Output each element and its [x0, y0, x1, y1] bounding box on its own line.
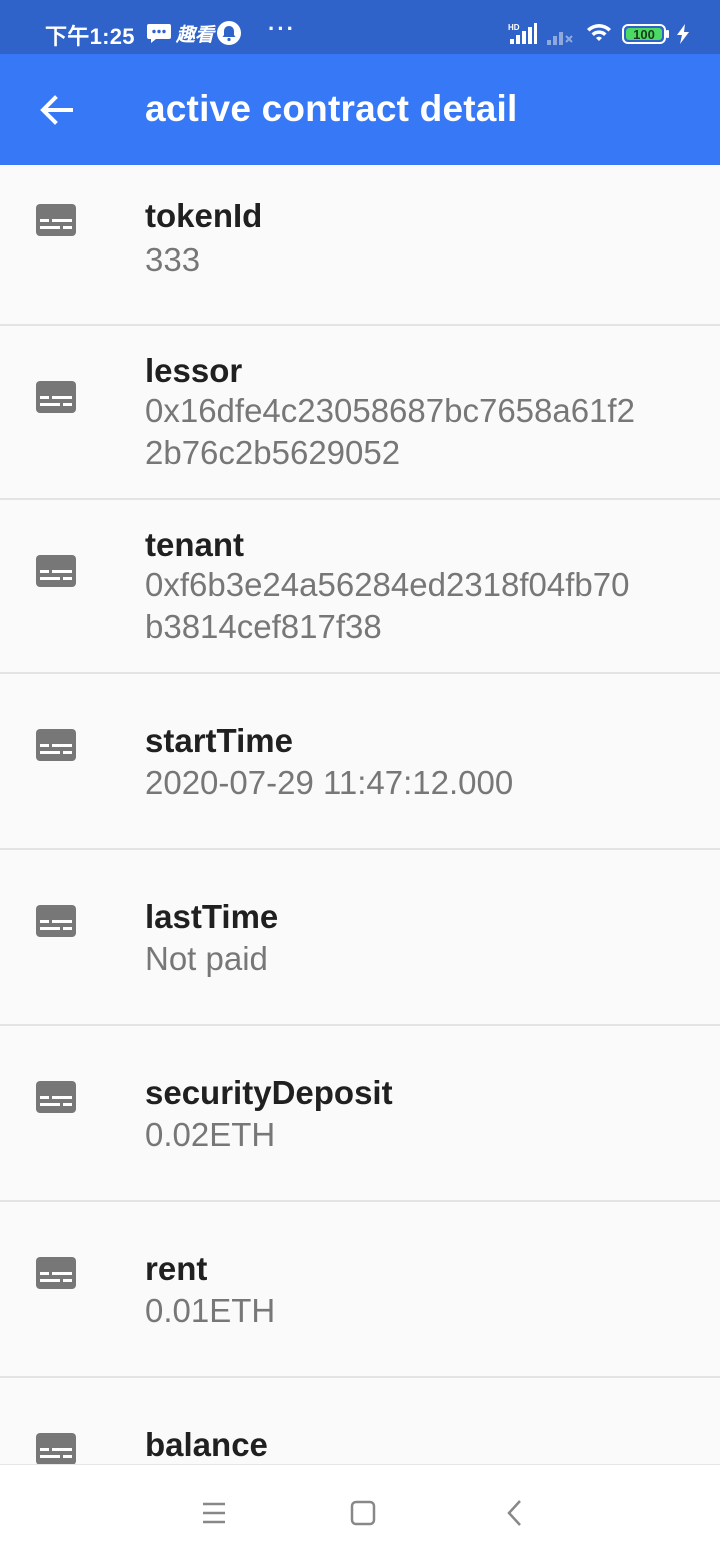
- home-square-icon: [350, 1500, 376, 1526]
- list-item-lessor: lessor 0x16dfe4c23058687bc7658a61f2 2b76…: [0, 326, 720, 500]
- subtitles-icon: [36, 905, 76, 937]
- item-label: startTime: [145, 722, 293, 759]
- subtitles-icon: [36, 204, 76, 236]
- item-label: securityDeposit: [145, 1074, 393, 1111]
- status-time: 下午1:25: [45, 24, 135, 49]
- item-label: balance: [145, 1426, 268, 1463]
- status-bar: 下午1:25 趣看 ··· HD 100: [0, 0, 720, 54]
- message-icon: [146, 22, 172, 44]
- item-label: rent: [145, 1250, 208, 1287]
- system-back-button[interactable]: [490, 1489, 538, 1537]
- item-value: 0.02ETH: [145, 1116, 276, 1153]
- item-value-line: 2b76c2b5629052: [145, 434, 401, 471]
- charging-icon: [676, 24, 690, 44]
- list-item-securitydeposit: securityDeposit 0.02ETH: [0, 1026, 720, 1202]
- item-label: tokenId: [145, 197, 263, 234]
- item-value: 2020-07-29 11:47:12.000: [145, 764, 514, 801]
- svg-text:HD: HD: [508, 23, 520, 32]
- list-item-tenant: tenant 0xf6b3e24a56284ed2318f04fb70 b381…: [0, 500, 720, 674]
- item-value: 333: [145, 241, 201, 278]
- item-label: lessor: [145, 352, 243, 389]
- item-value: Not paid: [145, 940, 268, 977]
- contract-detail-list: tokenId 333 lessor 0x16dfe4c23058687bc76…: [0, 165, 720, 1464]
- item-value: 0.01ETH: [145, 1292, 276, 1329]
- menu-icon: [203, 1502, 225, 1524]
- status-more: ···: [268, 16, 296, 41]
- back-button[interactable]: [26, 84, 86, 136]
- subtitles-icon: [36, 1081, 76, 1113]
- list-item-starttime: startTime 2020-07-29 11:47:12.000: [0, 674, 720, 850]
- list-item-tokenid: tokenId 333: [0, 165, 720, 326]
- item-label: tenant: [145, 526, 244, 563]
- list-item-balance: balance: [0, 1378, 720, 1464]
- app-bar: active contract detail: [0, 54, 720, 165]
- subtitles-icon: [36, 555, 76, 587]
- back-chevron-icon: [507, 1500, 521, 1526]
- subtitles-icon: [36, 729, 76, 761]
- status-app-label: 趣看: [176, 25, 215, 46]
- subtitles-icon: [36, 381, 76, 413]
- page-title: active contract detail: [145, 88, 518, 129]
- item-label: lastTime: [145, 898, 279, 935]
- signal-icon: [546, 24, 574, 46]
- subtitles-icon: [36, 1433, 76, 1464]
- list-item-lasttime: lastTime Not paid: [0, 850, 720, 1026]
- item-value-line: 0x16dfe4c23058687bc7658a61f2: [145, 392, 635, 429]
- home-button[interactable]: [339, 1489, 387, 1537]
- subtitles-icon: [36, 1257, 76, 1289]
- hd-signal-icon: HD: [508, 22, 538, 46]
- arrow-left-icon: [40, 95, 73, 125]
- system-nav-bar: [0, 1464, 720, 1561]
- item-value-line: b3814cef817f38: [145, 608, 382, 645]
- list-item-rent: rent 0.01ETH: [0, 1202, 720, 1378]
- battery-icon: 100: [622, 24, 670, 44]
- item-value: 0xf6b3e24a56284ed2318f04fb70 b3814cef817…: [145, 564, 705, 648]
- item-value: 0x16dfe4c23058687bc7658a61f2 2b76c2b5629…: [145, 390, 705, 474]
- wifi-icon: [586, 22, 612, 44]
- menu-button[interactable]: [190, 1489, 238, 1537]
- notification-bell-icon: [216, 20, 242, 46]
- item-value-line: 0xf6b3e24a56284ed2318f04fb70: [145, 566, 630, 603]
- battery-level: 100: [633, 27, 655, 42]
